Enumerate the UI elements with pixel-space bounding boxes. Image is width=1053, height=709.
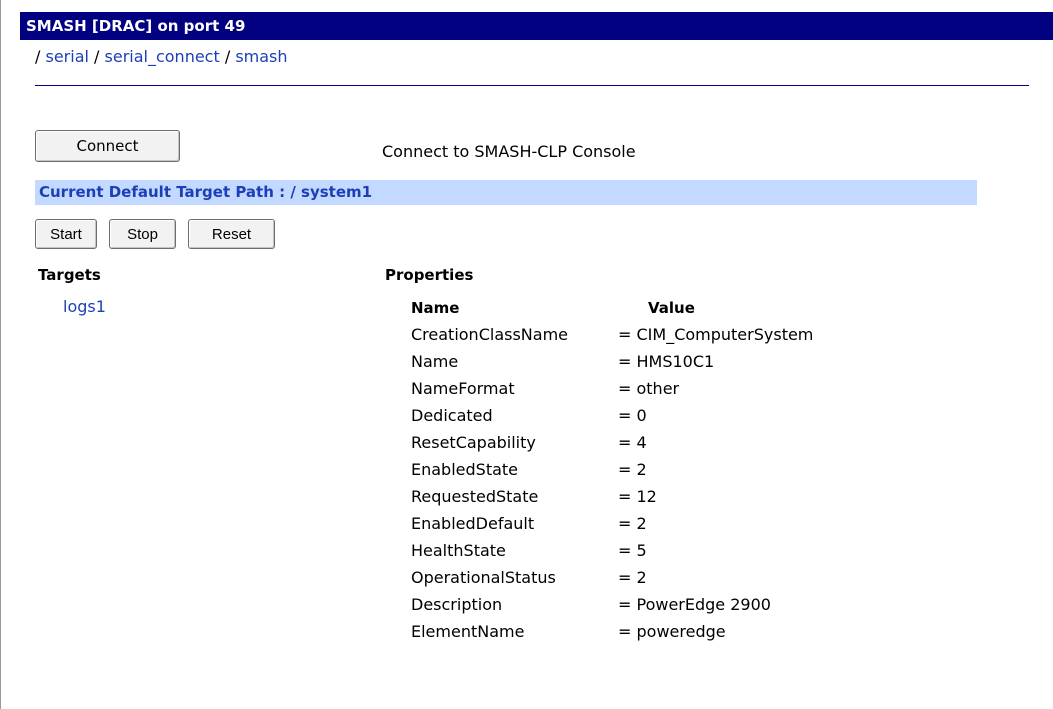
name-column-header: Name bbox=[411, 299, 460, 317]
property-value: = 5 bbox=[618, 541, 647, 560]
property-value: = PowerEdge 2900 bbox=[618, 595, 771, 614]
property-name: CreationClassName bbox=[411, 325, 568, 344]
property-value: = 2 bbox=[618, 460, 647, 479]
breadcrumb-separator: / bbox=[224, 47, 231, 66]
connect-button[interactable]: Connect bbox=[35, 130, 180, 162]
property-row: HealthState = 5 bbox=[411, 537, 813, 564]
property-name: HealthState bbox=[411, 541, 506, 560]
property-value: = 0 bbox=[618, 406, 647, 425]
property-row: EnabledDefault = 2 bbox=[411, 510, 813, 537]
target-link-logs1[interactable]: logs1 bbox=[63, 297, 106, 316]
current-target-path: Current Default Target Path : / system1 bbox=[35, 180, 977, 205]
property-name: EnabledState bbox=[411, 460, 519, 479]
properties-header-row: Name Value bbox=[411, 295, 813, 321]
property-value: = HMS10C1 bbox=[618, 352, 715, 371]
property-name: RequestedState bbox=[411, 487, 539, 506]
breadcrumb-link-serial[interactable]: serial bbox=[45, 47, 88, 66]
property-name: Dedicated bbox=[411, 406, 493, 425]
property-name: EnabledDefault bbox=[411, 514, 535, 533]
breadcrumb-separator: / bbox=[35, 47, 41, 66]
property-row: ElementName = poweredge bbox=[411, 618, 813, 645]
property-row: Dedicated = 0 bbox=[411, 402, 813, 429]
properties-heading: Properties bbox=[385, 266, 474, 284]
property-name: NameFormat bbox=[411, 379, 515, 398]
breadcrumb-link-serial-connect[interactable]: serial_connect bbox=[105, 47, 220, 66]
property-name: Description bbox=[411, 595, 503, 614]
property-row: ResetCapability = 4 bbox=[411, 429, 813, 456]
breadcrumb-separator: / bbox=[94, 47, 100, 66]
property-name: Name bbox=[411, 352, 459, 371]
connect-description: Connect to SMASH-CLP Console bbox=[382, 142, 636, 161]
breadcrumb: / serial / serial_connect / smash bbox=[35, 44, 1029, 86]
page-title: SMASH [DRAC] on port 49 bbox=[20, 12, 1053, 40]
property-row: CreationClassName = CIM_ComputerSystem bbox=[411, 321, 813, 348]
property-row: EnabledState = 2 bbox=[411, 456, 813, 483]
property-name: ResetCapability bbox=[411, 433, 536, 452]
property-row: Name = HMS10C1 bbox=[411, 348, 813, 375]
property-row: OperationalStatus = 2 bbox=[411, 564, 813, 591]
property-row: Description = PowerEdge 2900 bbox=[411, 591, 813, 618]
property-value: = poweredge bbox=[618, 622, 726, 641]
property-value: = CIM_ComputerSystem bbox=[618, 325, 814, 344]
property-value: = 2 bbox=[618, 514, 647, 533]
stop-button[interactable]: Stop bbox=[109, 219, 176, 249]
reset-button[interactable]: Reset bbox=[188, 219, 275, 249]
property-value: = 4 bbox=[618, 433, 647, 452]
targets-heading: Targets bbox=[38, 266, 101, 284]
properties-table: Name Value CreationClassName = CIM_Compu… bbox=[411, 295, 813, 645]
property-row: NameFormat = other bbox=[411, 375, 813, 402]
property-name: OperationalStatus bbox=[411, 568, 556, 587]
smash-page: SMASH [DRAC] on port 49 / serial / seria… bbox=[0, 0, 1053, 709]
start-button[interactable]: Start bbox=[35, 219, 97, 249]
value-column-header: Value bbox=[648, 299, 695, 317]
property-name: ElementName bbox=[411, 622, 525, 641]
breadcrumb-link-smash[interactable]: smash bbox=[235, 47, 287, 66]
property-value: = 12 bbox=[618, 487, 657, 506]
property-value: = other bbox=[618, 379, 680, 398]
property-row: RequestedState = 12 bbox=[411, 483, 813, 510]
property-value: = 2 bbox=[618, 568, 647, 587]
